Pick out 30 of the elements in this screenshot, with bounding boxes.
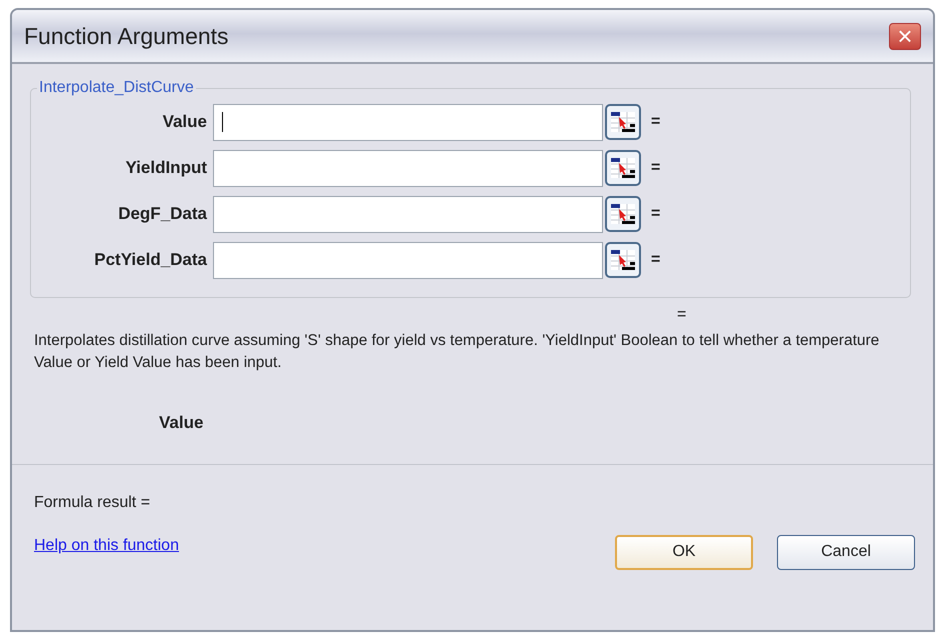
collapse-dialog-button[interactable] bbox=[605, 150, 641, 186]
argument-label: DegF_Data bbox=[117, 203, 208, 226]
argument-field[interactable] bbox=[213, 242, 603, 278]
collapse-dialog-button[interactable] bbox=[605, 196, 641, 232]
formula-result-label: Formula result = bbox=[34, 492, 152, 512]
ok-button[interactable]: OK bbox=[615, 534, 753, 570]
argument-field[interactable] bbox=[213, 150, 603, 186]
argument-label: YieldInput bbox=[124, 157, 208, 180]
cell-picker-icon bbox=[610, 157, 636, 179]
cell-picker-icon bbox=[610, 203, 636, 225]
collapse-dialog-button[interactable] bbox=[605, 242, 641, 278]
cell-picker-icon bbox=[610, 111, 636, 133]
equals-sign: = bbox=[651, 158, 660, 178]
function-description: Interpolates distillation curve assuming 'S' shape for yield vs temperature. 'YieldInput' Boolean to tell whether a temperature Value or Yield Value has been input. bbox=[34, 331, 880, 373]
help-link[interactable]: Help on this function bbox=[34, 534, 179, 558]
argument-field[interactable] bbox=[213, 196, 603, 232]
equals-sign: = bbox=[651, 250, 660, 270]
cancel-button[interactable]: Cancel bbox=[777, 534, 915, 570]
window-title: Function Arguments bbox=[24, 22, 229, 51]
equals-sign: = bbox=[651, 112, 660, 132]
argument-label: Value bbox=[162, 111, 208, 134]
equals-sign: = bbox=[651, 204, 660, 224]
argument-name: Value bbox=[159, 412, 204, 434]
equals-sign: = bbox=[677, 306, 688, 324]
argument-field[interactable] bbox=[213, 104, 603, 140]
group-title: Interpolate_DistCurve bbox=[37, 78, 196, 98]
argument-label: PctYield_Data bbox=[93, 249, 208, 272]
close-button[interactable]: × bbox=[889, 22, 921, 50]
collapse-dialog-button[interactable] bbox=[605, 104, 641, 140]
cell-picker-icon bbox=[610, 249, 636, 271]
